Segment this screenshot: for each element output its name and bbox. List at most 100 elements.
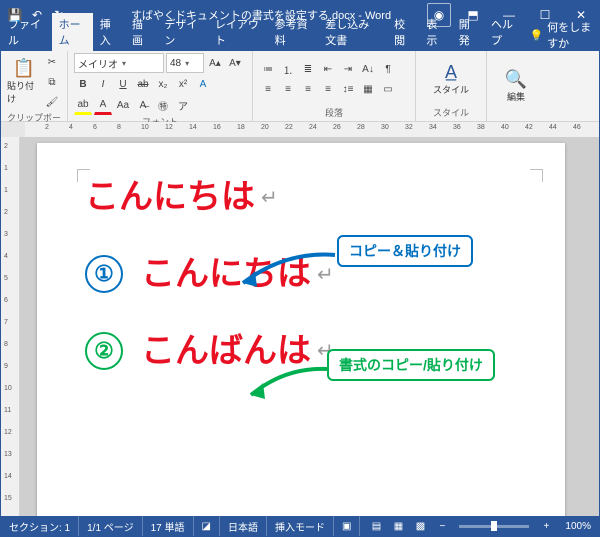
styles-btn-label: スタイル <box>433 83 469 96</box>
highlight-color-icon[interactable]: ab <box>74 95 92 115</box>
clear-formatting-icon[interactable]: A̶ <box>134 96 152 114</box>
status-proofing-icon[interactable]: ◪ <box>194 516 220 536</box>
copy-icon[interactable]: ⧉ <box>43 73 61 91</box>
status-section[interactable]: セクション: 1 <box>1 516 79 536</box>
tab-draw[interactable]: 描画 <box>125 13 157 51</box>
enclose-chars-icon[interactable]: ㊕ <box>154 96 172 114</box>
group-clipboard: 📋 貼り付け ✂ ⧉ 🖌 クリップボード <box>1 51 68 121</box>
group-editing: 🔍 編集 <box>487 51 545 121</box>
ruler-tick: 28 <box>357 124 365 131</box>
borders-icon[interactable]: ▭ <box>379 81 397 99</box>
callout-blue-label: コピー＆貼り付け <box>349 243 461 259</box>
tab-references[interactable]: 参考資料 <box>268 13 319 51</box>
font-size-combo[interactable]: 48▾ <box>166 53 204 73</box>
group-paragraph: ≔ ⒈ ≣ ⇤ ⇥ A↓ ¶ ≡ ≡ ≡ ≡ ↕≡ ▦ <box>253 51 416 121</box>
callout-green-label: 書式のコピー/貼り付け <box>339 357 483 373</box>
bullets-icon[interactable]: ≔ <box>259 61 277 79</box>
superscript-button[interactable]: x² <box>174 75 192 93</box>
ruler-tick: 8 <box>4 341 8 348</box>
shrink-font-icon[interactable]: A▾ <box>226 54 244 72</box>
grow-font-icon[interactable]: A▴ <box>206 54 224 72</box>
phonetic-guide-icon[interactable]: ア <box>174 96 192 114</box>
ruler-tick: 8 <box>117 124 121 131</box>
bold-button[interactable]: B <box>74 75 92 93</box>
sort-icon[interactable]: A↓ <box>359 61 377 79</box>
shading-icon[interactable]: ▦ <box>359 81 377 99</box>
arrow-green-icon <box>235 355 335 410</box>
tab-view[interactable]: 表示 <box>419 13 451 51</box>
styles-button[interactable]: A̲ スタイル <box>431 63 471 96</box>
ruler-tick: 44 <box>549 124 557 131</box>
text-line-1[interactable]: こんにちは <box>85 177 255 218</box>
text-effects-icon[interactable]: A <box>194 75 212 93</box>
ribbon: 📋 貼り付け ✂ ⧉ 🖌 クリップボード メイリオ▾ <box>1 51 599 122</box>
annotation-number-1: ① <box>85 255 123 293</box>
ruler-tick: 46 <box>573 124 581 131</box>
view-read-mode-icon[interactable]: ▤ <box>365 516 387 536</box>
font-name-value: メイリオ <box>78 56 118 71</box>
underline-button[interactable]: U <box>114 75 132 93</box>
ruler-tick: 3 <box>4 231 8 238</box>
view-web-layout-icon[interactable]: ▩ <box>409 516 431 536</box>
view-print-layout-icon[interactable]: ▦ <box>387 516 409 536</box>
tab-insert[interactable]: 挿入 <box>93 13 125 51</box>
increase-indent-icon[interactable]: ⇥ <box>339 61 357 79</box>
line-spacing-icon[interactable]: ↕≡ <box>339 81 357 99</box>
tab-file[interactable]: ファイル <box>1 13 52 51</box>
zoom-out-button[interactable]: − <box>431 516 453 536</box>
tab-developer[interactable]: 開発 <box>452 13 484 51</box>
justify-icon[interactable]: ≡ <box>319 81 337 99</box>
tell-me-label: 何をしますか <box>547 19 599 51</box>
font-name-combo[interactable]: メイリオ▾ <box>74 53 164 73</box>
zoom-level[interactable]: 100% <box>557 516 599 536</box>
align-right-icon[interactable]: ≡ <box>299 81 317 99</box>
numbering-icon[interactable]: ⒈ <box>279 61 297 79</box>
ruler-vertical[interactable]: 2112345678910111213141516 <box>1 137 20 516</box>
ruler-tick: 11 <box>4 407 11 414</box>
page-viewport[interactable]: こんにちは ↵ ① こんにちは ↵ ② こんばんは ↵ <box>25 137 591 516</box>
tab-help[interactable]: ヘルプ <box>484 13 525 51</box>
italic-button[interactable]: I <box>94 75 112 93</box>
tab-home[interactable]: ホーム <box>52 13 93 51</box>
align-left-icon[interactable]: ≡ <box>259 81 277 99</box>
ruler-tick: 15 <box>4 495 12 502</box>
paste-label: 貼り付け <box>7 79 41 105</box>
strike-button[interactable]: ab <box>134 75 152 93</box>
status-macro-icon[interactable]: ▣ <box>334 516 360 536</box>
tab-design[interactable]: デザイン <box>157 13 208 51</box>
editing-btn-label: 編集 <box>507 90 525 103</box>
tell-me-search[interactable]: 💡 何をしますか <box>529 19 599 51</box>
ruler-tick: 5 <box>4 275 8 282</box>
cut-icon[interactable]: ✂ <box>43 53 61 71</box>
tab-layout[interactable]: レイアウト <box>208 13 268 51</box>
decrease-indent-icon[interactable]: ⇤ <box>319 61 337 79</box>
paste-button[interactable]: 📋 貼り付け <box>7 59 41 105</box>
editing-button[interactable]: 🔍 編集 <box>496 70 536 103</box>
zoom-in-button[interactable]: + <box>535 516 557 536</box>
ruler-tick: 42 <box>525 124 533 131</box>
zoom-slider-thumb[interactable] <box>491 521 497 531</box>
status-words[interactable]: 17 単語 <box>143 516 194 536</box>
status-language[interactable]: 日本語 <box>220 516 267 536</box>
ribbon-tabs: ファイル ホーム 挿入 描画 デザイン レイアウト 参考資料 差し込み文書 校閲… <box>1 29 599 51</box>
page-content[interactable]: こんにちは ↵ ① こんにちは ↵ ② こんばんは ↵ <box>85 177 535 513</box>
zoom-slider[interactable] <box>459 525 529 528</box>
subscript-button[interactable]: x₂ <box>154 75 172 93</box>
font-color-icon[interactable]: A <box>94 95 112 115</box>
show-marks-icon[interactable]: ¶ <box>379 61 397 79</box>
doc-line-1[interactable]: こんにちは ↵ <box>85 177 535 218</box>
status-insert-mode[interactable]: 挿入モード <box>267 516 334 536</box>
tab-review[interactable]: 校閲 <box>387 13 419 51</box>
ruler-tick: 4 <box>69 124 73 131</box>
page[interactable]: こんにちは ↵ ① こんにちは ↵ ② こんばんは ↵ <box>37 143 565 516</box>
ruler-tick: 30 <box>381 124 389 131</box>
format-painter-icon[interactable]: 🖌 <box>43 93 61 111</box>
styles-icon: A̲ <box>445 63 457 81</box>
status-page[interactable]: 1/1 ページ <box>79 516 142 536</box>
tab-mailings[interactable]: 差し込み文書 <box>318 13 387 51</box>
change-case-icon[interactable]: Aa <box>114 96 132 114</box>
find-icon: 🔍 <box>505 70 527 88</box>
font-size-value: 48 <box>170 58 181 69</box>
align-center-icon[interactable]: ≡ <box>279 81 297 99</box>
multilevel-list-icon[interactable]: ≣ <box>299 61 317 79</box>
